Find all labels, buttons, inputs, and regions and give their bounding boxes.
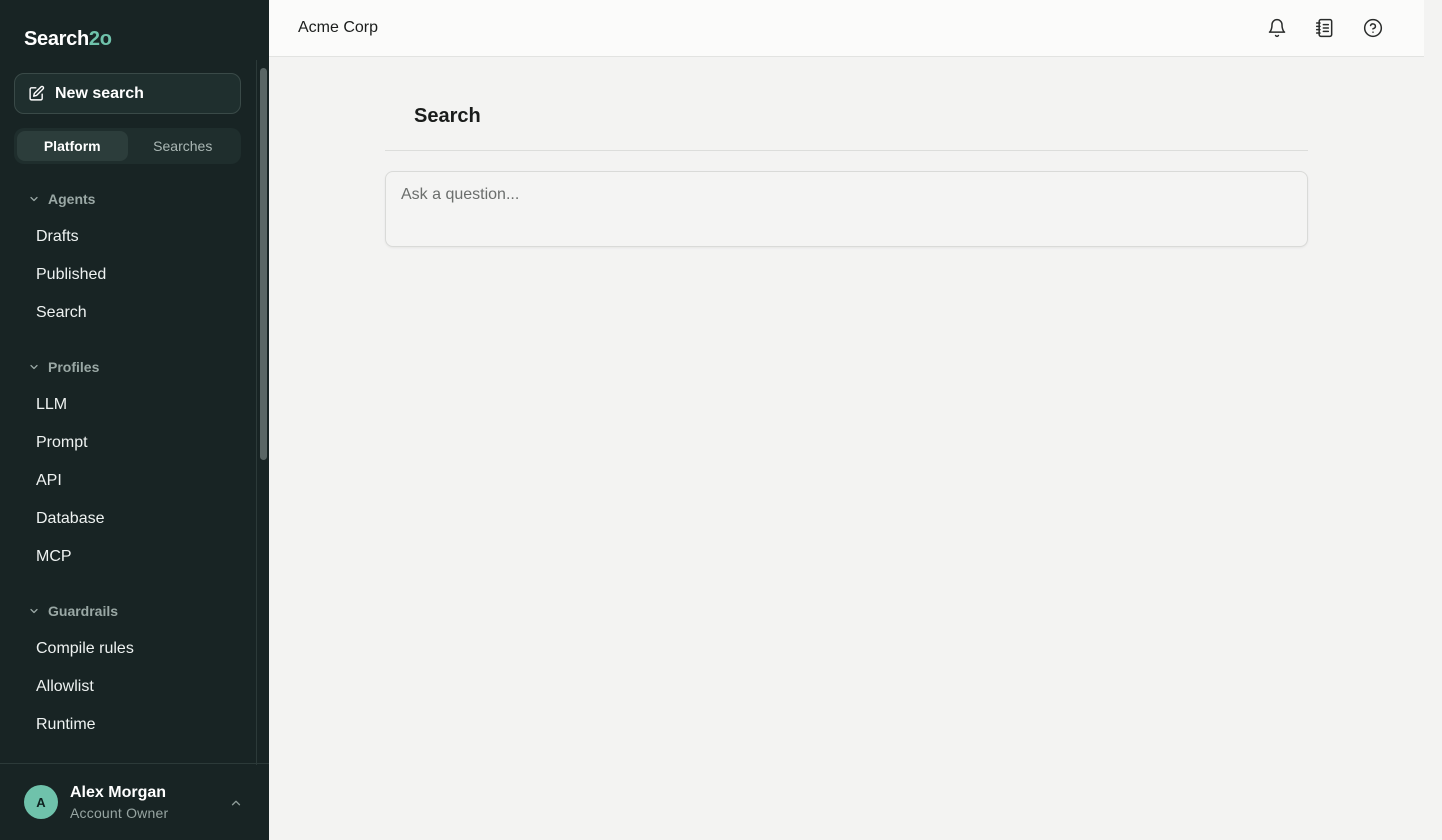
sidebar-item-llm[interactable]: LLM: [0, 386, 256, 424]
sidebar-item-allowlist[interactable]: Allowlist: [0, 668, 256, 706]
section-guardrails-title: Guardrails: [48, 603, 119, 619]
chevron-up-icon[interactable]: [229, 796, 243, 810]
sidebar-scroll-thumb[interactable]: [260, 68, 267, 460]
sidebar-tab-switcher: Platform Searches: [14, 128, 241, 164]
user-role: Account Owner: [70, 804, 169, 821]
section-agents-title: Agents: [48, 191, 96, 207]
chevron-down-icon: [30, 196, 38, 202]
sidebar-item-prompt[interactable]: Prompt: [0, 424, 256, 462]
page-title: Search: [414, 105, 481, 127]
org-name[interactable]: Acme Corp: [298, 19, 378, 37]
help-icon[interactable]: [1361, 16, 1385, 40]
sidebar-nav: Agents Drafts Published Search Profiles …: [0, 180, 256, 744]
user-menu[interactable]: A Alex Morgan Account Owner: [0, 763, 269, 840]
sidebar-item-search[interactable]: Search: [0, 294, 256, 332]
logo-text-main: Search: [24, 28, 89, 50]
user-name: Alex Morgan: [70, 783, 167, 801]
logo-text-accent: 2o: [88, 28, 112, 50]
sidebar-item-database[interactable]: Database: [0, 500, 256, 538]
sidebar-item-runtime[interactable]: Runtime: [0, 706, 256, 744]
sidebar-item-drafts[interactable]: Drafts: [0, 218, 256, 256]
new-search-label: New search: [55, 84, 144, 102]
avatar: A: [24, 785, 58, 819]
title-divider: [385, 150, 1308, 151]
sidebar-item-published[interactable]: Published: [0, 256, 256, 294]
question-input[interactable]: [385, 171, 1308, 247]
app-logo[interactable]: Search2o: [24, 28, 112, 51]
section-profiles-header[interactable]: Profiles: [0, 348, 256, 386]
user-info: Alex Morgan Account Owner: [70, 784, 168, 821]
tab-searches[interactable]: Searches: [128, 131, 239, 161]
top-header: Acme Corp: [269, 0, 1424, 57]
sidebar-item-api[interactable]: API: [0, 462, 256, 500]
sidebar-scrollbar[interactable]: [256, 60, 269, 765]
edit-icon: [29, 85, 45, 101]
notebook-icon[interactable]: [1313, 16, 1337, 40]
sidebar-item-compile-rules[interactable]: Compile rules: [0, 630, 256, 668]
sidebar: Search2o New search Platform Searches Ag…: [0, 0, 269, 840]
sidebar-item-mcp[interactable]: MCP: [0, 538, 256, 576]
chevron-down-icon: [30, 608, 38, 614]
bell-icon[interactable]: [1265, 16, 1289, 40]
section-guardrails-header[interactable]: Guardrails: [0, 592, 256, 630]
section-profiles-title: Profiles: [48, 359, 100, 375]
chevron-down-icon: [30, 364, 38, 370]
section-agents-header[interactable]: Agents: [0, 180, 256, 218]
tab-platform[interactable]: Platform: [17, 131, 128, 161]
new-search-button[interactable]: New search: [14, 73, 241, 114]
